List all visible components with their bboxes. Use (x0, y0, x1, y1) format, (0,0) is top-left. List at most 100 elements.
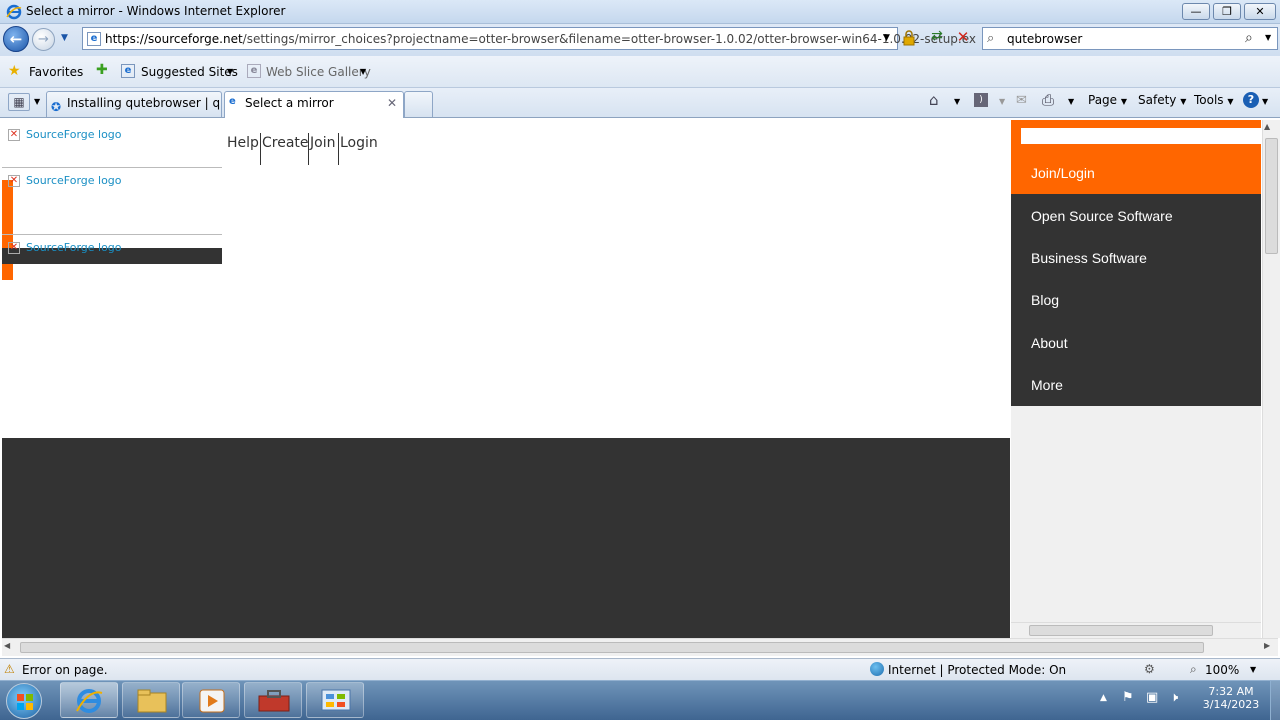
menu-item-more[interactable]: More (1031, 377, 1063, 393)
sourceforge-logo[interactable]: ✕ SourceForge logo (8, 128, 122, 141)
tab-label: Select a mirror (245, 96, 334, 110)
window-title: Select a mirror - Windows Internet Explo… (26, 4, 286, 18)
nav-join-link[interactable]: Join (308, 133, 335, 165)
clock[interactable]: 7:32 AM 3/14/2023 (1196, 685, 1266, 711)
menu-scroll-thumb[interactable] (1029, 625, 1213, 636)
menu-gap (1011, 406, 1261, 638)
close-tab-icon[interactable]: ✕ (387, 92, 397, 114)
ie-logo-icon (6, 4, 22, 20)
tab-installing-qutebrowser[interactable]: ✪ Installing qutebrowser | qu... (46, 91, 222, 117)
nav-help-link[interactable]: Help (226, 133, 259, 165)
dark-footer-block (2, 438, 1010, 638)
suggested-sites-link[interactable]: Suggested Sites (141, 65, 238, 79)
home-dropdown-icon[interactable]: ▼ (954, 97, 960, 106)
vertical-scrollbar[interactable]: ▲ (1262, 120, 1280, 638)
search-icon[interactable]: ⌕ (1245, 30, 1253, 46)
home-icon[interactable]: ⌂ (929, 91, 939, 109)
broken-image-icon: ✕ (8, 175, 20, 187)
close-window-button[interactable]: ✕ (1244, 3, 1276, 20)
show-desktop-button[interactable] (1270, 681, 1280, 720)
zoom-dropdown-icon[interactable]: ▼ (1250, 665, 1256, 674)
volume-muted-icon[interactable]: 🕨 (1170, 690, 1178, 705)
divider (2, 234, 222, 235)
top-navigation: Help Create Join Login (226, 133, 378, 165)
add-favorite-icon[interactable]: ✚ (96, 62, 108, 78)
security-zone[interactable]: Internet | Protected Mode: On (888, 663, 1066, 677)
new-tab-button[interactable] (404, 91, 433, 117)
forward-button[interactable]: → (32, 28, 55, 51)
vertical-scroll-thumb[interactable] (1265, 138, 1278, 254)
menu-item-blog[interactable]: Blog (1031, 292, 1059, 308)
taskbar-explorer-button[interactable] (122, 682, 180, 718)
tab-select-a-mirror[interactable]: e Select a mirror ✕ (224, 91, 404, 118)
recent-pages-icon[interactable]: ▼ (61, 33, 68, 43)
menu-item-about[interactable]: About (1031, 335, 1068, 351)
web-slice-dropdown-icon[interactable]: ▼ (360, 67, 366, 76)
broken-image-icon: ✕ (8, 242, 20, 254)
address-url[interactable]: https://sourceforge.net/settings/mirror_… (105, 32, 976, 46)
tools-menu[interactable]: Tools ▼ (1194, 92, 1234, 110)
taskbar-toolbox-button[interactable] (244, 682, 302, 718)
address-dropdown-icon[interactable]: ▼ (883, 33, 890, 43)
horizontal-scrollbar[interactable]: ◀ ▶ (2, 638, 1278, 656)
read-mail-icon[interactable]: ✉ (1016, 93, 1027, 108)
menu-horizontal-scrollbar[interactable] (1011, 622, 1261, 638)
divider (2, 167, 222, 168)
lock-icon[interactable] (902, 30, 916, 46)
taskbar-control-panel-button[interactable] (306, 682, 364, 718)
nav-login-link[interactable]: Login (338, 133, 378, 165)
menu-item-join-login[interactable]: Join/Login (1031, 165, 1095, 181)
menu-item-open-source-software[interactable]: Open Source Software (1031, 208, 1173, 224)
print-icon[interactable]: ⎙ (1042, 91, 1054, 109)
network-icon[interactable]: ▣ (1146, 690, 1158, 705)
action-center-flag-icon[interactable]: ⚑ (1122, 690, 1134, 705)
web-slice-icon: e (247, 64, 261, 78)
sourceforge-logo[interactable]: ✕ SourceForge logo (8, 174, 122, 187)
zoom-icon: ⌕ (1190, 662, 1197, 676)
zoom-level[interactable]: 100% (1205, 663, 1239, 677)
status-bar: ⚠ Error on page. Internet | Protected Mo… (0, 658, 1280, 680)
maximize-button[interactable]: ❐ (1213, 3, 1241, 20)
status-text[interactable]: Error on page. (22, 663, 108, 677)
taskbar-media-player-button[interactable] (182, 682, 240, 718)
nav-create-link[interactable]: Create (260, 133, 309, 165)
help-dropdown-icon[interactable]: ▼ (1262, 97, 1268, 106)
broken-image-icon: ✕ (8, 129, 20, 141)
title-bar: Select a mirror - Windows Internet Explo… (0, 0, 1280, 24)
print-dropdown-icon[interactable]: ▼ (1068, 97, 1074, 106)
show-hidden-icons-icon[interactable]: ▲ (1100, 693, 1107, 703)
web-slice-gallery-link[interactable]: Web Slice Gallery (266, 65, 371, 79)
horizontal-scroll-thumb[interactable] (20, 642, 1204, 653)
stop-icon[interactable]: ✕ (953, 28, 973, 48)
scroll-left-icon[interactable]: ◀ (4, 641, 10, 650)
internet-zone-icon (870, 662, 884, 676)
warning-icon[interactable]: ⚠ (4, 662, 15, 676)
quick-tabs-icon[interactable]: ▦ (8, 93, 30, 111)
feeds-icon[interactable]: ) (974, 93, 988, 107)
search-provider-icon: ⌕ (987, 31, 995, 46)
sourceforge-logo[interactable]: ✕ SourceForge logo (8, 241, 122, 254)
search-dropdown-icon[interactable]: ▼ (1265, 33, 1271, 42)
start-button[interactable] (6, 683, 42, 719)
suggested-dropdown-icon[interactable]: ▼ (227, 67, 233, 76)
menu-item-business-software[interactable]: Business Software (1031, 250, 1147, 266)
minimize-button[interactable]: — (1182, 3, 1210, 20)
refresh-icon[interactable]: ⇄ (927, 28, 947, 48)
favorites-button[interactable]: Favorites (29, 65, 83, 79)
back-button[interactable]: ← (3, 26, 29, 52)
page-menu[interactable]: Page ▼ (1088, 92, 1127, 110)
favorites-star-icon: ★ (8, 63, 21, 79)
safety-menu[interactable]: Safety ▼ (1138, 92, 1186, 110)
search-box[interactable]: ⌕ qutebrowser ⌕ ▼ (982, 27, 1278, 50)
scroll-right-icon[interactable]: ▶ (1264, 641, 1270, 650)
settings-icon[interactable]: ⚙ (1144, 662, 1155, 676)
ie-page-icon: e (229, 96, 236, 107)
feeds-dropdown-icon[interactable]: ▼ (999, 97, 1005, 106)
tab-list-dropdown-icon[interactable]: ▼ (34, 97, 40, 106)
search-input[interactable]: qutebrowser (1007, 32, 1082, 46)
scroll-up-icon[interactable]: ▲ (1264, 122, 1270, 131)
help-icon[interactable]: ? (1243, 92, 1259, 108)
taskbar-ie-button[interactable] (60, 682, 118, 718)
menu-search-input[interactable] (1021, 128, 1261, 144)
address-bar[interactable]: e https://sourceforge.net/settings/mirro… (82, 27, 976, 50)
